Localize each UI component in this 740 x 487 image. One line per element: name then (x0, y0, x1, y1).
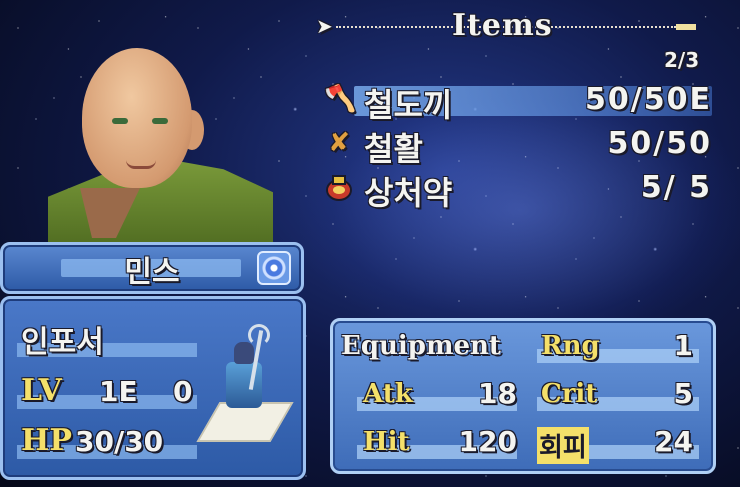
portrait-eye (152, 118, 168, 124)
avoid-value: 24 (654, 425, 693, 458)
level-label: LV (21, 373, 62, 408)
equipment-title: Equipment (341, 331, 501, 361)
level-row: LV 1E 0 (17, 373, 207, 413)
items-header: ➤ Items (316, 8, 696, 43)
item-name: 상처약 (364, 174, 453, 212)
rng-value: 1 (673, 329, 693, 362)
item-uses: 50/50 (607, 126, 712, 161)
right-arrow-icon[interactable] (676, 24, 696, 30)
item-name: 철도끼 (364, 86, 453, 124)
crit-value: 5 (673, 377, 693, 410)
item-row[interactable]: 상처약 5/ 5 (322, 168, 712, 212)
avoid-label: 회피 (537, 427, 589, 464)
bow-icon: ✘ (328, 128, 350, 158)
rng-label: Rng (541, 331, 600, 361)
unit-class: 인포서 (21, 325, 104, 360)
hp-row: HP 30/30 (17, 423, 207, 463)
atk-label: Atk (363, 379, 413, 409)
sprite-head (234, 342, 254, 364)
unit-map-sprite (196, 324, 294, 442)
hp-value: 30/30 (75, 425, 164, 458)
unit-name-panel: 민스 (0, 242, 304, 294)
items-title: Items (452, 8, 553, 43)
page-indicator: 2/3 (664, 48, 700, 72)
level-value: 1E (99, 375, 138, 408)
hit-value: 120 (458, 425, 517, 458)
affinity-ice-icon[interactable] (257, 251, 291, 285)
item-uses: 5/ 5 (640, 170, 712, 205)
item-name: 철활 (364, 130, 423, 168)
sprite-tile (196, 402, 294, 442)
left-arrow-icon[interactable]: ➤ (316, 14, 333, 38)
sprite-staff-hook (248, 324, 270, 346)
crit-label: Crit (541, 379, 598, 409)
unit-portrait (40, 10, 280, 252)
portrait-mouth (126, 160, 156, 169)
portrait-eye (112, 118, 128, 124)
item-row-selected[interactable]: 🪓 철도끼 50/50E (322, 80, 712, 124)
hp-label: HP (21, 423, 72, 458)
equipment-panel: Equipment Rng 1 Atk 18 Crit 5 Hit 120 회피… (330, 318, 716, 474)
exp-value: 0 (173, 375, 193, 408)
hit-label: Hit (363, 427, 410, 457)
axe-icon: 🪓 (324, 84, 357, 114)
item-row[interactable]: ✘ 철활 50/50 (322, 124, 712, 168)
item-uses: 50/50E (585, 82, 712, 117)
atk-value: 18 (478, 377, 517, 410)
potion-icon (324, 172, 354, 202)
sprite-body (226, 362, 262, 408)
